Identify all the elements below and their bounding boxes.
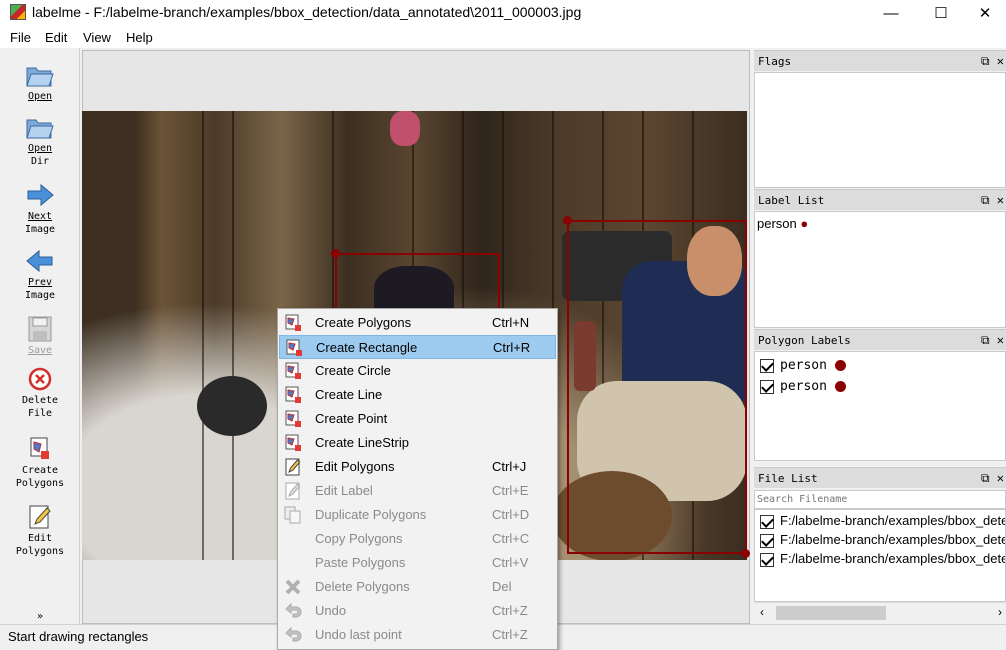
save-disk-icon <box>28 316 52 342</box>
menu-item-paste-polygons[interactable]: Paste Polygons Ctrl+V <box>279 551 556 575</box>
prev-image-button[interactable]: Prev Image <box>0 248 80 302</box>
horizontal-scrollbar[interactable]: ‹ › <box>754 602 1006 622</box>
dock-close-icon[interactable]: ✕ <box>997 54 1004 68</box>
bbox-vertex[interactable] <box>331 249 340 258</box>
label-color-dot <box>834 381 846 393</box>
menu-item-undo-last-point[interactable]: Undo last point Ctrl+Z <box>279 623 556 647</box>
app-logo-icon <box>10 4 26 20</box>
flags-dock-title: Flags ⧉ ✕ <box>754 50 1006 71</box>
menu-file[interactable]: File <box>10 30 31 45</box>
menu-edit[interactable]: Edit <box>45 30 67 45</box>
arrow-left-icon <box>26 249 53 273</box>
bbox-person-2[interactable] <box>567 220 747 554</box>
context-menu: Create Polygons Ctrl+N Create Rectangle … <box>277 308 558 650</box>
bbox-vertex[interactable] <box>563 216 572 225</box>
menu-item-edit-label[interactable]: Edit Label Ctrl+E <box>279 479 556 503</box>
label-list-dock-title: Label List ⧉ ✕ <box>754 189 1006 210</box>
label-list[interactable]: person ● <box>754 211 1006 328</box>
menu-item-create-circle[interactable]: Create Circle <box>279 359 556 383</box>
dock-float-icon[interactable]: ⧉ <box>981 54 990 68</box>
menu-item-create-rectangle[interactable]: Create Rectangle Ctrl+R <box>279 335 556 359</box>
scrollbar-thumb[interactable] <box>776 606 886 620</box>
menu-item-create-line[interactable]: Create Line <box>279 383 556 407</box>
dock-float-icon[interactable]: ⧉ <box>981 471 990 485</box>
flags-list[interactable] <box>754 72 1006 188</box>
menu-view[interactable]: View <box>83 30 111 45</box>
dock-close-icon[interactable]: ✕ <box>997 471 1004 485</box>
file-list-dock-title: File List ⧉ ✕ <box>754 467 1006 488</box>
create-polygons-icon <box>30 437 49 459</box>
arrow-right-icon <box>27 183 54 207</box>
open-button[interactable]: Open <box>0 62 80 103</box>
next-image-button[interactable]: Next Image <box>0 182 80 236</box>
menu-item-copy-polygons[interactable]: Copy Polygons Ctrl+C <box>279 527 556 551</box>
create-polygons-button[interactable]: Create Polygons <box>0 436 80 490</box>
polygon-labels-dock-title: Polygon Labels ⧉ ✕ <box>754 329 1006 350</box>
checkbox[interactable] <box>760 379 774 394</box>
edit-polygons-button[interactable]: Edit Polygons <box>0 504 80 558</box>
file-list[interactable]: F:/labelme-branch/examples/bbox_detectio… <box>754 509 1006 602</box>
dock-float-icon[interactable]: ⧉ <box>981 193 990 207</box>
dock-close-icon[interactable]: ✕ <box>997 193 1004 207</box>
scroll-right-icon[interactable]: › <box>998 605 1002 619</box>
minimize-button[interactable]: — <box>868 0 914 26</box>
menu-item-undo[interactable]: Undo Ctrl+Z <box>279 599 556 623</box>
dock-float-icon[interactable]: ⧉ <box>981 333 990 347</box>
edit-pencil-icon <box>29 505 51 529</box>
list-item[interactable]: F:/labelme-branch/examples/bbox_detectio… <box>760 532 1005 548</box>
menu-item-delete-polygons[interactable]: Delete Polygons Del <box>279 575 556 599</box>
create-line-icon <box>285 386 301 403</box>
list-item[interactable]: person ● <box>757 216 808 231</box>
create-linestrip-icon <box>285 434 301 451</box>
search-filename-input[interactable] <box>754 490 1006 509</box>
menu-item-edit-polygons[interactable]: Edit Polygons Ctrl+J <box>279 455 556 479</box>
create-polygons-icon <box>285 314 301 331</box>
close-window-button[interactable]: ✕ <box>962 0 1006 26</box>
label-color-dot: ● <box>800 216 809 231</box>
save-button[interactable]: Save <box>0 316 80 357</box>
checkbox[interactable] <box>760 514 774 529</box>
menu-help[interactable]: Help <box>126 30 153 45</box>
list-item[interactable]: person <box>760 378 846 394</box>
checkbox[interactable] <box>760 552 774 567</box>
menu-item-duplicate-polygons[interactable]: Duplicate Polygons Ctrl+D <box>279 503 556 527</box>
checkbox[interactable] <box>760 358 774 373</box>
menu-item-create-polygons[interactable]: Create Polygons Ctrl+N <box>279 311 556 335</box>
dock-close-icon[interactable]: ✕ <box>997 333 1004 347</box>
edit-polygons-icon <box>285 458 301 476</box>
delete-icon <box>285 579 301 595</box>
window-title: labelme - F:/labelme-branch/examples/bbo… <box>32 4 582 20</box>
undo-icon <box>285 626 302 642</box>
list-item[interactable]: F:/labelme-branch/examples/bbox_detectio… <box>760 513 1005 529</box>
folder-open-icon <box>26 67 54 87</box>
create-circle-icon <box>285 362 301 379</box>
tool-bar: Open Open Dir Next Image Prev Image Save <box>0 48 80 624</box>
menu-item-create-linestrip[interactable]: Create LineStrip <box>279 431 556 455</box>
list-item[interactable]: F:/labelme-branch/examples/bbox_detectio… <box>760 551 1005 567</box>
checkbox[interactable] <box>760 533 774 548</box>
bbox-vertex[interactable] <box>741 549 750 558</box>
more-tools-button[interactable]: » <box>0 610 80 623</box>
status-text: Start drawing rectangles <box>8 629 149 644</box>
list-item[interactable]: person <box>760 357 846 373</box>
maximize-button[interactable]: ☐ <box>918 0 964 26</box>
label-color-dot <box>834 360 846 372</box>
create-rectangle-icon <box>286 339 302 356</box>
edit-label-icon <box>285 482 301 500</box>
folder-icon <box>26 119 54 139</box>
create-point-icon <box>285 410 301 427</box>
open-dir-button[interactable]: Open Dir <box>0 114 80 168</box>
scroll-left-icon[interactable]: ‹ <box>760 605 764 619</box>
undo-icon <box>285 602 302 618</box>
duplicate-icon <box>284 506 301 524</box>
delete-file-button[interactable]: Delete File <box>0 366 80 420</box>
menu-item-create-point[interactable]: Create Point <box>279 407 556 431</box>
polygon-labels-list[interactable]: person person <box>754 351 1006 461</box>
delete-icon <box>28 367 52 391</box>
